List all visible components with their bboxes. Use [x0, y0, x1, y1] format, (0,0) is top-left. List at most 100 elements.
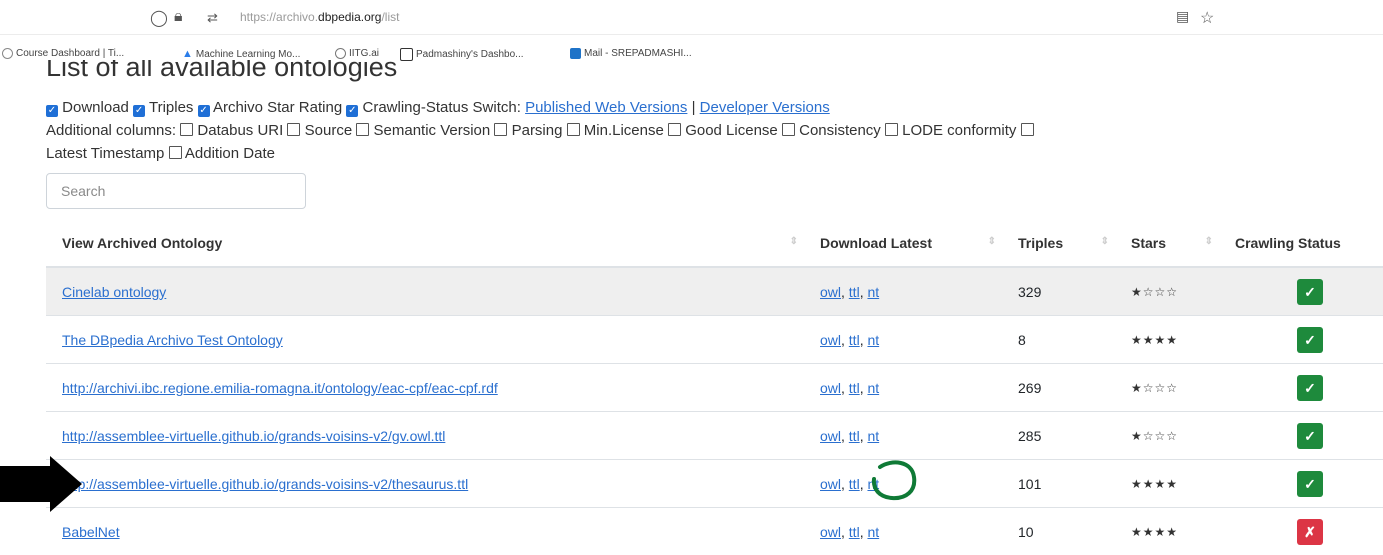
annotation-arrow: [0, 454, 90, 514]
databus-uri-checkbox[interactable]: [180, 123, 193, 136]
triples-count: 269: [1002, 364, 1115, 412]
option-label: Addition Date: [185, 145, 275, 162]
bookmark-item[interactable]: Mail - SREPADMASHI...: [570, 48, 692, 59]
permissions-icon[interactable]: ⇄: [207, 10, 218, 26]
consistency-checkbox[interactable]: [782, 123, 795, 136]
crawling-status-checkbox[interactable]: ✓: [346, 105, 358, 117]
column-header[interactable]: Triples⇕: [1002, 220, 1115, 267]
min-license-checkbox[interactable]: [567, 123, 580, 136]
ontology-table: View Archived Ontology⇕ Download Latest⇕…: [46, 220, 1383, 555]
drive-icon: ▲: [182, 48, 193, 60]
table-header-row: View Archived Ontology⇕ Download Latest⇕…: [46, 220, 1383, 267]
download-ttl-link[interactable]: ttl: [849, 284, 860, 300]
addition-date-checkbox[interactable]: [169, 146, 182, 159]
search-input[interactable]: [46, 173, 306, 209]
status-ok-icon: ✓: [1297, 279, 1323, 305]
download-nt-link[interactable]: nt: [867, 332, 879, 348]
star-rating-checkbox[interactable]: ✓: [198, 105, 210, 117]
column-header[interactable]: Download Latest⇕: [804, 220, 1002, 267]
triples-count: 8: [1002, 316, 1115, 364]
lode-conformity-checkbox[interactable]: [885, 123, 898, 136]
bookmark-item[interactable]: ▲Machine Learning Mo...: [182, 48, 300, 60]
column-header[interactable]: View Archived Ontology⇕: [46, 220, 804, 267]
download-ttl-link[interactable]: ttl: [849, 380, 860, 396]
semantic-version-checkbox[interactable]: [356, 123, 369, 136]
option-label: Latest Timestamp: [46, 145, 164, 162]
download-checkbox[interactable]: ✓: [46, 105, 58, 117]
download-links: owl, ttl, nt: [804, 364, 1002, 412]
table-row: http://assemblee-virtuelle.github.io/gra…: [46, 460, 1383, 508]
column-header[interactable]: Crawling Status: [1219, 220, 1383, 267]
download-owl-link[interactable]: owl: [820, 524, 841, 540]
option-label: Databus URI: [197, 122, 283, 139]
source-checkbox[interactable]: [287, 123, 300, 136]
table-row: The DBpedia Archivo Test Ontologyowl, tt…: [46, 316, 1383, 364]
download-owl-link[interactable]: owl: [820, 428, 841, 444]
download-owl-link[interactable]: owl: [820, 476, 841, 492]
bookmark-star-icon[interactable]: ☆: [1200, 8, 1214, 28]
star-rating: ★☆☆☆: [1115, 412, 1219, 460]
bookmark-item[interactable]: Course Dashboard | Ti...: [2, 48, 124, 59]
good-license-checkbox[interactable]: [668, 123, 681, 136]
triples-count: 285: [1002, 412, 1115, 460]
option-label: Semantic Version: [374, 122, 491, 139]
option-label: Source: [305, 122, 353, 139]
additional-columns-label: Additional columns:: [46, 122, 176, 139]
download-nt-link[interactable]: nt: [867, 284, 879, 300]
table-row: http://archivi.ibc.regione.emilia-romagn…: [46, 364, 1383, 412]
download-nt-link[interactable]: nt: [867, 428, 879, 444]
ontology-link[interactable]: http://assemblee-virtuelle.github.io/gra…: [62, 476, 468, 492]
status-ok-icon: ✓: [1297, 327, 1323, 353]
sort-icon: ⇕: [1101, 236, 1109, 247]
download-ttl-link[interactable]: ttl: [849, 332, 860, 348]
crawling-status-label: Crawling-Status Switch:: [363, 99, 521, 116]
tracking-shield-icon[interactable]: ◯: [150, 8, 168, 28]
download-nt-link[interactable]: nt: [867, 380, 879, 396]
download-owl-link[interactable]: owl: [820, 380, 841, 396]
column-options: ✓ Download ✓ Triples ✓ Archivo Star Rati…: [46, 96, 1366, 165]
column-header[interactable]: Stars⇕: [1115, 220, 1219, 267]
table-row: BabelNetowl, ttl, nt10★★★★✗: [46, 508, 1383, 555]
star-rating: ★★★★: [1115, 508, 1219, 555]
download-links: owl, ttl, nt: [804, 508, 1002, 555]
reader-view-icon[interactable]: ▤: [1176, 8, 1189, 25]
star-rating-label: Archivo Star Rating: [213, 99, 342, 116]
star-rating: ★☆☆☆: [1115, 267, 1219, 316]
lock-icon[interactable]: 🔒︎: [174, 8, 183, 26]
table-row: http://assemblee-virtuelle.github.io/gra…: [46, 412, 1383, 460]
ontology-link[interactable]: Cinelab ontology: [62, 284, 166, 300]
globe-icon: [2, 48, 13, 59]
sort-icon: ⇕: [988, 236, 996, 247]
download-links: owl, ttl, nt: [804, 412, 1002, 460]
download-owl-link[interactable]: owl: [820, 332, 841, 348]
ontology-link[interactable]: http://assemblee-virtuelle.github.io/gra…: [62, 428, 445, 444]
latest-timestamp-checkbox[interactable]: [1021, 123, 1034, 136]
status-fail-icon: ✗: [1297, 519, 1323, 545]
option-label: LODE conformity: [902, 122, 1016, 139]
bookmark-item[interactable]: Padmashiny's Dashbo...: [400, 48, 524, 61]
sort-icon: ⇕: [1205, 236, 1213, 247]
status-ok-icon: ✓: [1297, 423, 1323, 449]
bookmark-item[interactable]: IITG.ai: [335, 48, 379, 59]
download-ttl-link[interactable]: ttl: [849, 428, 860, 444]
published-web-versions-link[interactable]: Published Web Versions: [525, 99, 687, 116]
download-ttl-link[interactable]: ttl: [849, 476, 860, 492]
parsing-checkbox[interactable]: [494, 123, 507, 136]
triples-count: 101: [1002, 460, 1115, 508]
ontology-link[interactable]: The DBpedia Archivo Test Ontology: [62, 332, 283, 348]
separator: |: [692, 99, 696, 116]
download-owl-link[interactable]: owl: [820, 284, 841, 300]
triples-checkbox[interactable]: ✓: [133, 105, 145, 117]
option-label: Min.License: [584, 122, 664, 139]
table-row: Cinelab ontologyowl, ttl, nt329★☆☆☆✓: [46, 267, 1383, 316]
option-label: Parsing: [512, 122, 563, 139]
url-text[interactable]: https://archivo.dbpedia.org/list: [240, 10, 399, 24]
annotation-circle: [866, 459, 920, 503]
ontology-link[interactable]: BabelNet: [62, 524, 120, 540]
download-nt-link[interactable]: nt: [867, 524, 879, 540]
developer-versions-link[interactable]: Developer Versions: [700, 99, 830, 116]
triples-label: Triples: [149, 99, 193, 116]
status-ok-icon: ✓: [1297, 375, 1323, 401]
download-ttl-link[interactable]: ttl: [849, 524, 860, 540]
ontology-link[interactable]: http://archivi.ibc.regione.emilia-romagn…: [62, 380, 498, 396]
